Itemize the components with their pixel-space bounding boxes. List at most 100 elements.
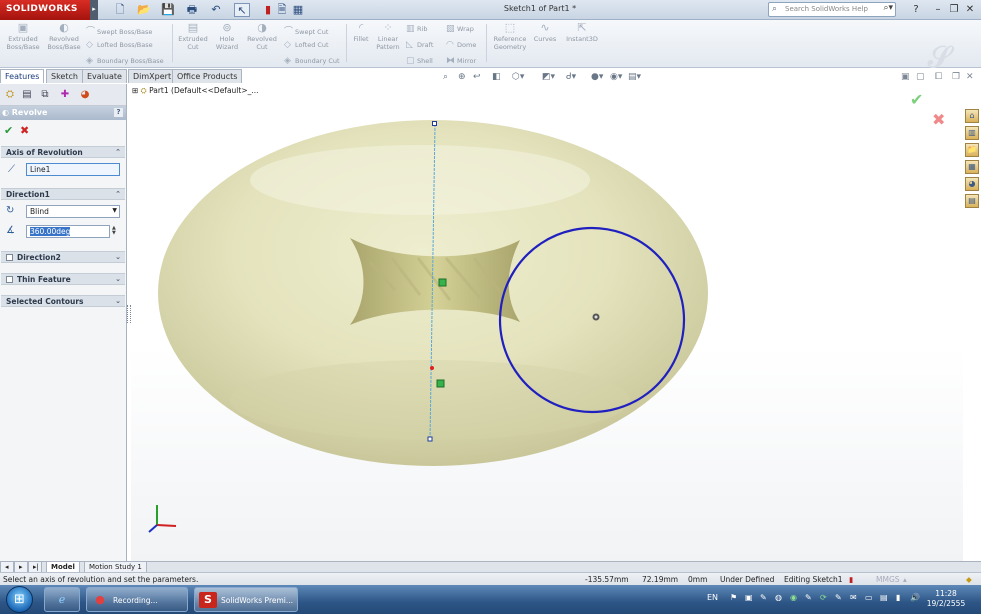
display-style-icon[interactable]: ◩▾: [542, 72, 555, 82]
confirm-ok-icon[interactable]: ✔: [910, 90, 923, 109]
help-tooltip-icon[interactable]: ◆: [966, 575, 972, 584]
tab-dimxpert[interactable]: DimXpert: [128, 69, 177, 83]
tray-mail-icon[interactable]: ✉: [850, 593, 857, 602]
extruded-cut-button[interactable]: ▤ Extruded Cut: [176, 22, 210, 52]
axis-selection-field[interactable]: Line1: [26, 163, 120, 176]
rib-button[interactable]: ▥ Rib: [406, 24, 427, 34]
tray-pen-icon[interactable]: ✎: [835, 593, 842, 602]
tab-evaluate[interactable]: Evaluate: [82, 69, 127, 83]
hole-wizard-button[interactable]: ⊚ Hole Wizard: [212, 22, 242, 52]
dome-button[interactable]: ◠ Dome: [446, 40, 476, 50]
feature-tree-flyout[interactable]: ⊞ ⛭ Part1 (Default<<Default>_...: [132, 86, 259, 96]
extruded-boss-button[interactable]: ▣ Extruded Boss/Base: [6, 22, 40, 52]
help-button[interactable]: ?: [114, 108, 123, 117]
file-properties-icon[interactable]: 🗎: [274, 3, 290, 17]
mirror-button[interactable]: ⧓ Mirror: [446, 56, 476, 66]
reference-geometry-button[interactable]: ⬚ Reference Geometry: [490, 22, 530, 52]
ie-pinned-button[interactable]: ℯ: [44, 587, 80, 612]
apply-scene-icon[interactable]: ◉▾: [610, 72, 622, 82]
expand-icon[interactable]: ⌄: [115, 297, 121, 305]
viewport-maximize-icon[interactable]: ⧠: [935, 72, 942, 82]
print-icon[interactable]: 🖶: [184, 3, 200, 17]
zoom-to-fit-icon[interactable]: ⌕: [443, 72, 448, 82]
reverse-direction-icon[interactable]: ↻: [6, 205, 14, 216]
curves-button[interactable]: ∿ Curves: [532, 22, 558, 44]
configuration-manager-icon[interactable]: ⧉: [38, 88, 52, 102]
graphics-area[interactable]: [131, 84, 963, 561]
expand-tree-icon[interactable]: ⊞: [132, 86, 141, 95]
boundary-boss-button[interactable]: ◈ Boundary Boss/Base: [86, 56, 164, 66]
expand-icon[interactable]: ⌄: [115, 253, 121, 261]
property-manager-icon[interactable]: ▤: [20, 88, 34, 102]
tray-display-icon[interactable]: ▭: [865, 593, 873, 602]
revolve-type-select[interactable]: Blind ▼: [26, 205, 120, 218]
lofted-cut-button[interactable]: ◇ Lofted Cut: [284, 40, 329, 50]
open-file-icon[interactable]: 📂: [136, 3, 152, 17]
tray-security-icon[interactable]: ◉: [790, 593, 797, 602]
fillet-button[interactable]: ◜ Fillet: [350, 22, 372, 44]
language-indicator[interactable]: EN: [707, 593, 718, 602]
status-units[interactable]: MMGS: [876, 575, 900, 584]
tray-edit-icon[interactable]: ✎: [805, 593, 812, 602]
search-go-icon[interactable]: ⌕▾: [883, 3, 893, 13]
restore-button[interactable]: ❐: [948, 3, 960, 16]
wrap-button[interactable]: ▧ Wrap: [446, 24, 474, 34]
tab-office-products[interactable]: Office Products: [172, 69, 243, 83]
feature-manager-icon[interactable]: ⛭: [3, 88, 17, 102]
collapse-icon[interactable]: ⌃: [115, 190, 121, 198]
confirm-cancel-icon[interactable]: ✖: [932, 110, 945, 129]
save-icon[interactable]: 💾: [160, 3, 176, 17]
draft-button[interactable]: ◺ Draft: [406, 40, 433, 50]
taskbar-clock[interactable]: 11:28 19/2/2555: [925, 589, 967, 609]
edit-appearance-icon[interactable]: ●▾: [591, 72, 603, 82]
viewport-close-icon[interactable]: ✕: [966, 72, 974, 82]
lofted-boss-button[interactable]: ◇ Lofted Boss/Base: [86, 40, 153, 50]
tray-monitor-icon[interactable]: ▤: [880, 593, 888, 602]
tray-update-icon[interactable]: ⟳: [820, 593, 827, 602]
units-dropdown-icon[interactable]: ▴: [903, 575, 907, 584]
cancel-button[interactable]: ✖: [20, 124, 29, 137]
ok-button[interactable]: ✔: [4, 124, 13, 137]
search-input[interactable]: ⌕ Search SolidWorks Help ⌕▾: [768, 2, 896, 17]
select-pointer-icon[interactable]: ↖: [234, 3, 250, 17]
new-file-icon[interactable]: 🗋: [112, 3, 128, 17]
angle-spinner[interactable]: ▲ ▼: [112, 226, 116, 236]
revolved-boss-button[interactable]: ◐ Revolved Boss/Base: [46, 22, 82, 52]
view-settings-icon[interactable]: ▤▾: [628, 72, 641, 82]
recording-task-button[interactable]: ● Recording...: [86, 587, 188, 612]
axis-endpoint-top[interactable]: [432, 121, 437, 126]
tray-signal-icon[interactable]: ▮: [896, 593, 900, 602]
axis-endpoint-bottom[interactable]: [427, 436, 433, 442]
swept-cut-button[interactable]: ⌒ Swept Cut: [284, 24, 328, 37]
boundary-cut-button[interactable]: ◈ Boundary Cut: [284, 56, 340, 66]
design-library-icon[interactable]: ▥: [965, 126, 979, 140]
custom-properties-icon[interactable]: ▤: [965, 194, 979, 208]
close-button[interactable]: ✕: [964, 3, 976, 16]
undo-icon[interactable]: ↶: [208, 3, 224, 17]
revolved-cut-button[interactable]: ◑ Revolved Cut: [244, 22, 280, 52]
direction2-checkbox[interactable]: [6, 254, 13, 261]
selected-contours-group[interactable]: Selected Contours ⌄: [1, 295, 125, 307]
tab-features[interactable]: Features: [0, 69, 45, 83]
solidworks-resources-icon[interactable]: ⌂: [965, 109, 979, 123]
viewport-window-icon[interactable]: ❐: [952, 72, 960, 82]
angle-input[interactable]: 360.00deg: [26, 225, 110, 238]
minimize-button[interactable]: –: [932, 3, 944, 16]
tab-sketch[interactable]: Sketch: [46, 69, 83, 83]
linear-pattern-button[interactable]: ⁘ Linear Pattern: [374, 22, 402, 52]
hide-show-items-icon[interactable]: ᑯ▾: [566, 72, 576, 82]
direction1-group[interactable]: Direction1 ⌃: [1, 188, 125, 200]
thin-feature-group[interactable]: Thin Feature ⌄: [1, 273, 125, 285]
direction2-group[interactable]: Direction2 ⌄: [1, 251, 125, 263]
axis-midpoint-marker[interactable]: [438, 278, 447, 287]
tray-flag-icon[interactable]: ⚑: [730, 593, 737, 602]
swept-boss-button[interactable]: ⌒ Swept Boss/Base: [86, 24, 152, 37]
viewport-split-icon[interactable]: ▣: [901, 72, 910, 82]
solidworks-logo[interactable]: SOLIDWORKS: [0, 0, 90, 20]
axis-of-revolution-group[interactable]: Axis of Revolution ⌃: [1, 146, 125, 158]
display-manager-icon[interactable]: ◕: [78, 88, 92, 102]
zoom-area-icon[interactable]: ⊕: [458, 72, 466, 82]
menu-expand-icon[interactable]: ▸: [90, 0, 98, 20]
expand-icon[interactable]: ⌄: [115, 275, 121, 283]
appearances-icon[interactable]: ◕: [965, 177, 979, 191]
